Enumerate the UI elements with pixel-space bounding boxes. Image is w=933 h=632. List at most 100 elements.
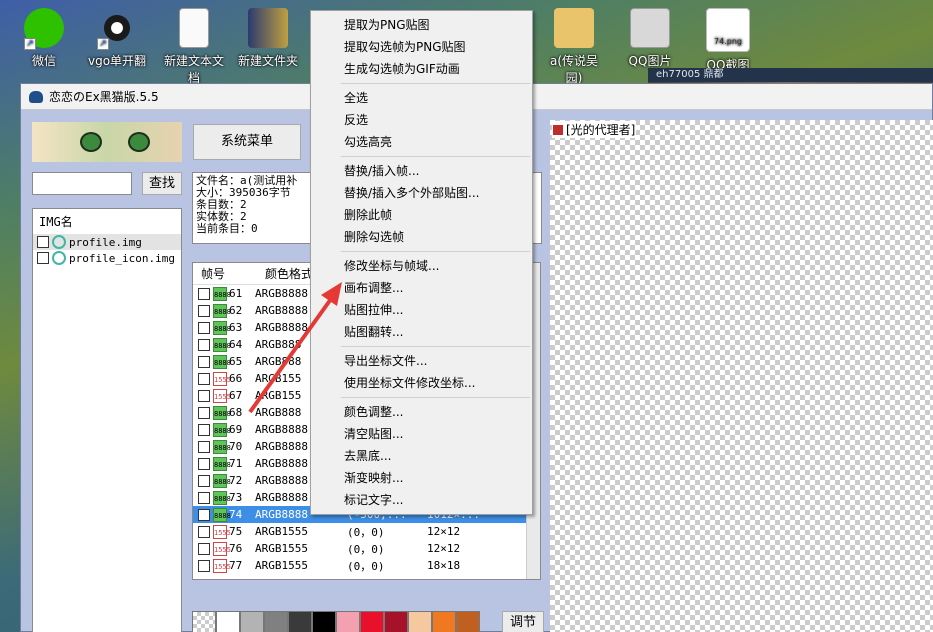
context-menu-item[interactable]: 勾选高亮: [311, 131, 532, 153]
search-input[interactable]: [32, 172, 132, 195]
desktop-icon-text-doc[interactable]: 新建文本文档: [162, 8, 226, 86]
desktop-icon-wechat[interactable]: ↗ 微信: [12, 8, 76, 69]
checkbox[interactable]: [198, 559, 210, 572]
checkbox[interactable]: [198, 372, 210, 385]
frame-row[interactable]: 1555 77 ARGB1555 (0，0) 18×18: [193, 557, 540, 574]
frame-number: 63: [229, 321, 243, 334]
img-item-label: profile_icon.img: [69, 251, 175, 265]
color-swatch[interactable]: [240, 611, 264, 632]
desktop-icon-a-folder[interactable]: a(传说吴园): [542, 8, 606, 86]
context-menu-item[interactable]: 去黑底...: [311, 445, 532, 467]
context-menu-item[interactable]: 全选: [311, 87, 532, 109]
avatar-eye: [128, 132, 150, 152]
frame-format-icon: 1555: [213, 524, 231, 539]
col-frame-number[interactable]: 帧号: [193, 265, 257, 282]
preview-canvas[interactable]: [光的代理者]: [550, 120, 933, 632]
checkbox[interactable]: [198, 389, 210, 402]
frame-number: 62: [229, 304, 243, 317]
color-swatch[interactable]: [432, 611, 456, 632]
context-menu-item[interactable]: 画布调整...: [311, 277, 532, 299]
desktop-icon-qq-screenshot[interactable]: 74.png QQ截图: [696, 8, 760, 73]
checkbox[interactable]: [198, 525, 210, 538]
checkbox[interactable]: [198, 508, 210, 521]
frame-format-icon: 8888: [213, 303, 231, 318]
color-swatch[interactable]: [360, 611, 384, 632]
folder-icon: [554, 8, 594, 48]
frame-row[interactable]: 1555 75 ARGB1555 (0，0) 12×12: [193, 523, 540, 540]
context-menu-item[interactable]: 导出坐标文件...: [311, 350, 532, 372]
desktop-icon-label: a(传说吴园): [549, 54, 599, 85]
frame-position: (0，0): [347, 542, 385, 556]
context-menu: 提取为PNG贴图 提取勾选帧为PNG贴图 生成勾选帧为GIF动画 全选 反选 勾选高亮替换…: [310, 10, 533, 515]
desktop-icon-label: 新建文本文档: [163, 54, 224, 85]
checkbox[interactable]: [198, 440, 210, 453]
search-button[interactable]: 查找: [142, 172, 182, 195]
context-menu-item[interactable]: 清空贴图...: [311, 423, 532, 445]
folder-icon: [248, 8, 288, 48]
frame-format-icon: 1555: [213, 541, 231, 556]
game-status-bar: eh77005 鼎都: [648, 68, 933, 82]
context-menu-item[interactable]: 渐变映射...: [311, 467, 532, 489]
checkbox[interactable]: [198, 355, 210, 368]
frame-format-icon: 8888: [213, 337, 231, 352]
desktop-icon-new-folder[interactable]: 新建文件夹: [236, 8, 300, 69]
transparent-swatch[interactable]: [192, 611, 216, 632]
context-menu-item[interactable]: 标记文字...: [311, 489, 532, 511]
checkbox[interactable]: [198, 304, 210, 317]
color-swatch[interactable]: [408, 611, 432, 632]
color-swatch[interactable]: [312, 611, 336, 632]
checkbox[interactable]: [198, 287, 210, 300]
cat-logo-icon: [29, 90, 43, 103]
checkbox[interactable]: [198, 457, 210, 470]
col-color-format[interactable]: 颜色格式: [257, 265, 313, 282]
frame-number: 67: [229, 389, 243, 402]
checkbox[interactable]: [198, 338, 210, 351]
checkbox[interactable]: [198, 542, 210, 555]
img-file-icon: [52, 251, 66, 265]
checkbox[interactable]: [198, 321, 210, 334]
context-menu-item[interactable]: 删除勾选帧: [311, 226, 532, 248]
context-menu-item[interactable]: 生成勾选帧为GIF动画: [311, 58, 532, 80]
context-menu-item[interactable]: 修改坐标与帧域...: [311, 255, 532, 277]
frame-number: 66: [229, 372, 243, 385]
context-menu-item[interactable]: 贴图翻转...: [311, 321, 532, 343]
color-swatch[interactable]: [216, 611, 240, 632]
frame-format-icon: 8888: [213, 354, 231, 369]
frame-size: 12×12: [427, 542, 461, 555]
img-item-label: profile.img: [69, 235, 142, 249]
frame-row[interactable]: 1555 76 ARGB1555 (0，0) 12×12: [193, 540, 540, 557]
desktop-icon-vgo[interactable]: ↗ vgo单开翻: [85, 8, 149, 69]
desktop-icon-qq-image[interactable]: QQ图片: [618, 8, 682, 69]
context-menu-item[interactable]: 贴图拉伸...: [311, 299, 532, 321]
context-menu-item[interactable]: 替换/插入帧...: [311, 160, 532, 182]
checkbox[interactable]: [37, 252, 49, 264]
context-menu-item[interactable]: 提取为PNG贴图: [311, 14, 532, 36]
frame-number: 68: [229, 406, 243, 419]
context-menu-item[interactable]: 删除此帧: [311, 204, 532, 226]
context-menu-item[interactable]: 提取勾选帧为PNG贴图: [311, 36, 532, 58]
frame-number: 61: [229, 287, 243, 300]
adjust-button[interactable]: 调节: [502, 611, 544, 632]
context-menu-item[interactable]: 使用坐标文件修改坐标...: [311, 372, 532, 394]
color-swatch[interactable]: [336, 611, 360, 632]
png-file-icon: 74.png: [706, 8, 750, 52]
checkbox[interactable]: [198, 474, 210, 487]
color-swatch[interactable]: [264, 611, 288, 632]
color-swatch[interactable]: [456, 611, 480, 632]
context-menu-item[interactable]: 替换/插入多个外部贴图...: [311, 182, 532, 204]
checkbox[interactable]: [198, 406, 210, 419]
desktop-icon-label: 新建文件夹: [237, 54, 298, 68]
text-document-icon: [179, 8, 209, 48]
img-list-item[interactable]: profile.img: [33, 234, 181, 250]
checkbox[interactable]: [37, 236, 49, 248]
checkbox[interactable]: [198, 423, 210, 436]
context-menu-item[interactable]: 反选: [311, 109, 532, 131]
context-menu-item[interactable]: 颜色调整...: [311, 401, 532, 423]
color-swatch[interactable]: [384, 611, 408, 632]
frame-position: (0，0): [347, 559, 385, 573]
frame-format-icon: 8888: [213, 490, 231, 505]
checkbox[interactable]: [198, 491, 210, 504]
img-list-item[interactable]: profile_icon.img: [33, 250, 181, 266]
system-menu-button[interactable]: 系统菜单: [193, 124, 301, 160]
color-swatch[interactable]: [288, 611, 312, 632]
